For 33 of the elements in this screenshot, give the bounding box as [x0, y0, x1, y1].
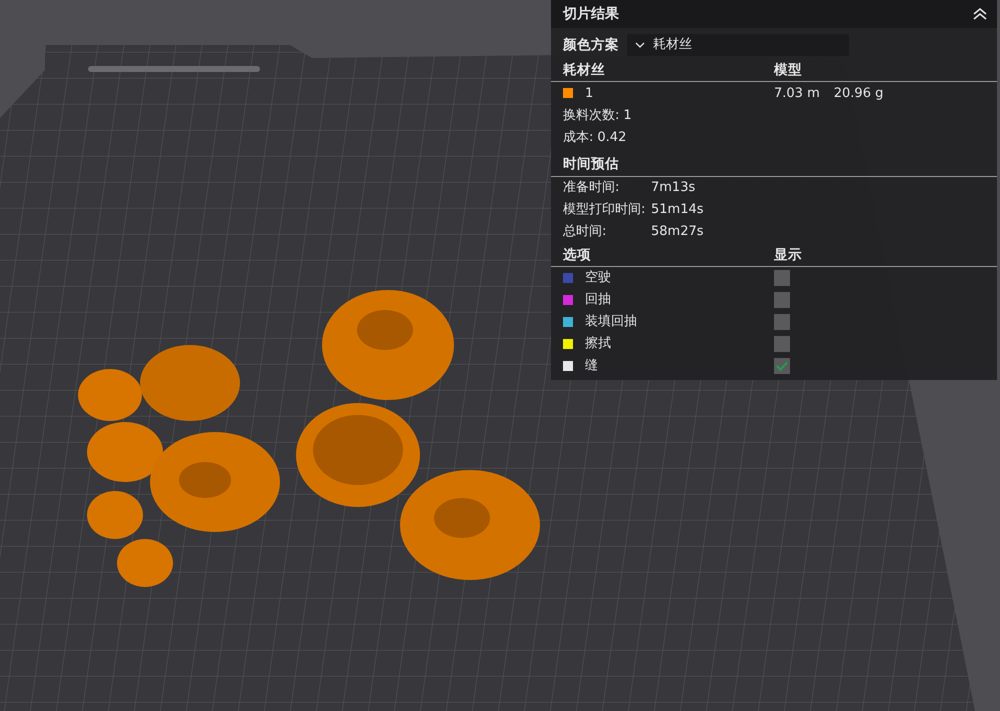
collapse-icon[interactable]	[973, 8, 987, 20]
color-scheme-dropdown[interactable]: 耗材丝	[627, 34, 849, 56]
stat-value: 0.42	[597, 128, 626, 146]
section-header: 时间预估	[563, 156, 619, 172]
option-label: 擦拭	[585, 335, 611, 353]
checkbox[interactable]	[774, 292, 790, 308]
stat-label: 换料次数:	[563, 106, 620, 124]
color-scheme-label: 颜色方案	[563, 36, 619, 55]
column-header: 模型	[774, 61, 803, 80]
time-value: 51m14s	[651, 200, 704, 219]
filament-number: 1	[585, 84, 594, 102]
column-header: 选项	[563, 246, 592, 264]
stat-label: 成本:	[563, 128, 594, 146]
time-value: 7m13s	[651, 178, 696, 197]
option-label: 装填回抽	[585, 313, 637, 331]
filament-length: 7.03 m	[774, 84, 820, 102]
column-header: 耗材丝	[563, 61, 606, 80]
stat-value: 1	[623, 106, 632, 124]
filament-weight: 20.96 g	[834, 84, 884, 102]
chevron-icon	[635, 42, 645, 48]
option-label: 回抽	[585, 291, 611, 309]
checkbox[interactable]	[774, 314, 790, 330]
time-label: 模型打印时间:	[563, 200, 646, 219]
panel-title: 切片结果	[563, 4, 619, 24]
time-value: 58m27s	[651, 222, 704, 241]
checkbox[interactable]	[774, 270, 790, 286]
column-header: 显示	[774, 246, 803, 264]
option-label: 缝	[585, 357, 598, 375]
checkbox[interactable]	[774, 358, 790, 374]
time-label: 总时间:	[563, 222, 608, 241]
checkbox[interactable]	[774, 336, 790, 352]
option-label: 空驶	[585, 269, 611, 287]
time-label: 准备时间:	[563, 178, 620, 197]
